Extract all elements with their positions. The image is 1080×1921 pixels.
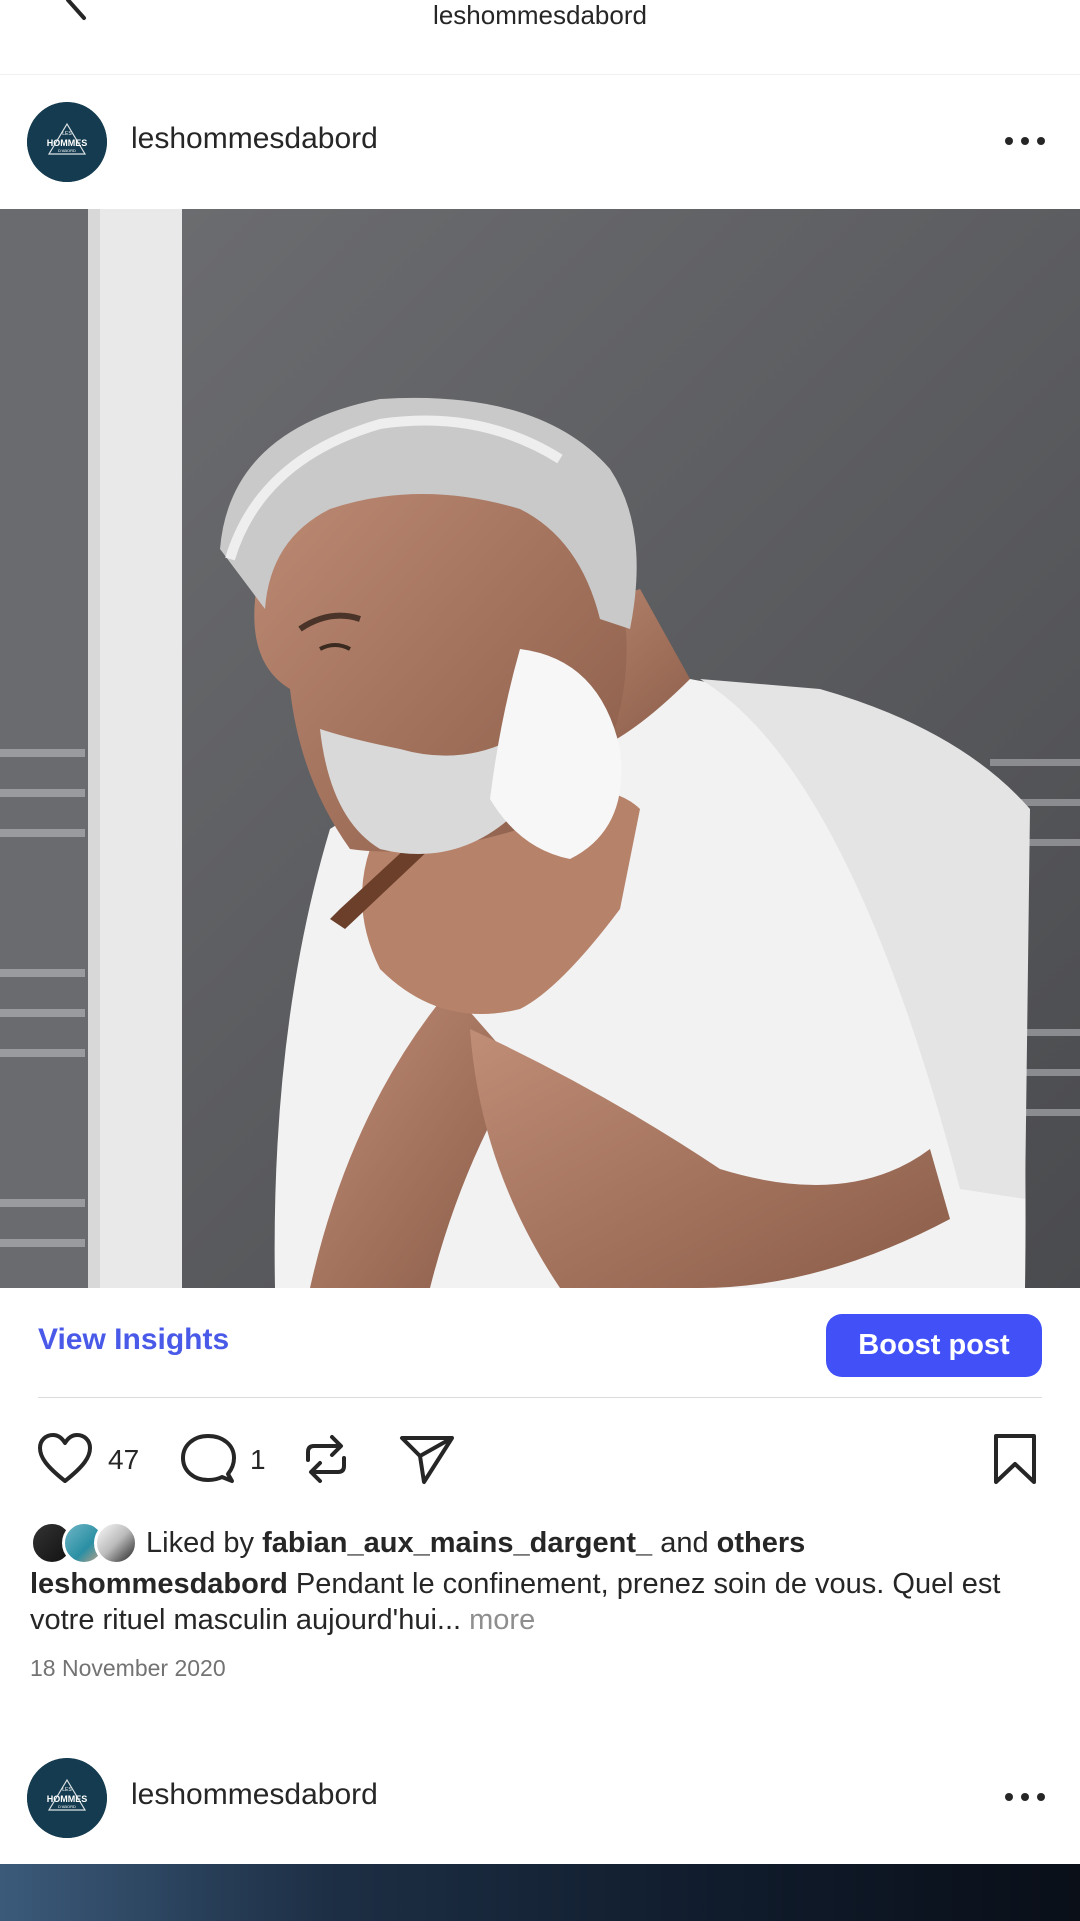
heart-icon[interactable] <box>36 1431 94 1485</box>
liker-avatar <box>94 1521 138 1565</box>
page-title: leshommesdabord <box>433 0 647 30</box>
post-username[interactable]: leshommesdabord <box>131 122 378 156</box>
post-photo[interactable] <box>0 209 1080 1288</box>
comment-icon[interactable] <box>180 1432 236 1486</box>
svg-text:D'ABORD: D'ABORD <box>58 148 76 153</box>
avatar[interactable]: LES HOMMES D'ABORD <box>27 1758 107 1838</box>
post-date: 18 November 2020 <box>30 1655 226 1681</box>
comments-count[interactable]: 1 <box>250 1444 266 1476</box>
next-post-photo[interactable] <box>0 1864 1080 1921</box>
avatar[interactable]: LES HOMMES D'ABORD <box>27 102 107 182</box>
divider <box>38 1397 1042 1398</box>
svg-text:LES: LES <box>62 1787 72 1793</box>
svg-text:LES: LES <box>62 131 72 137</box>
more-horizontal-icon[interactable] <box>1000 1787 1050 1807</box>
svg-text:D'ABORD: D'ABORD <box>58 1804 76 1809</box>
view-insights-link[interactable]: View Insights <box>38 1323 229 1357</box>
caption-username[interactable]: leshommesdabord <box>30 1568 288 1600</box>
boost-post-button[interactable]: Boost post <box>826 1314 1042 1377</box>
liked-by-others[interactable]: others <box>717 1527 806 1559</box>
next-post-username[interactable]: leshommesdabord <box>131 1778 378 1812</box>
caption: leshommesdabord Pendant le confinement, … <box>30 1566 1050 1638</box>
repost-icon[interactable] <box>300 1432 352 1486</box>
liked-by-row[interactable]: Liked by fabian_aux_mains_dargent_ and o… <box>30 1520 805 1566</box>
bookmark-icon[interactable] <box>990 1432 1040 1486</box>
liked-by-user[interactable]: fabian_aux_mains_dargent_ <box>262 1527 652 1559</box>
more-horizontal-icon[interactable] <box>1000 131 1050 151</box>
brand-logo: LES HOMMES D'ABORD <box>27 102 107 182</box>
brand-logo: LES HOMMES D'ABORD <box>27 1758 107 1838</box>
top-nav: leshommesdabord <box>0 0 1080 75</box>
liked-by-and: and <box>660 1526 709 1559</box>
svg-text:HOMMES: HOMMES <box>47 138 88 148</box>
liked-by-text: Liked by fabian_aux_mains_dargent_ and o… <box>146 1527 805 1560</box>
likes-count[interactable]: 47 <box>108 1444 139 1476</box>
share-icon[interactable] <box>398 1432 456 1486</box>
caption-more-link[interactable]: more <box>469 1604 535 1636</box>
svg-text:HOMMES: HOMMES <box>47 1794 88 1804</box>
liked-by-prefix: Liked by <box>146 1526 255 1559</box>
